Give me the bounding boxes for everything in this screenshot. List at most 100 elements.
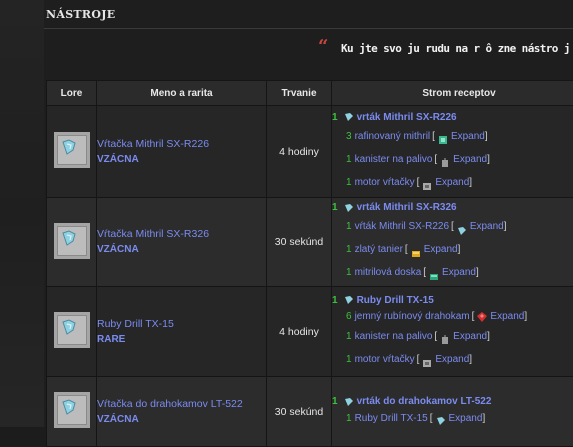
lore-cell: [47, 106, 97, 198]
drill-icon: [344, 397, 354, 407]
ingredient-link[interactable]: kanister na palivo: [355, 148, 433, 171]
drill-item-icon: [60, 229, 78, 247]
table-header-row: Lore Meno a rarita Trvanie Strom recepto…: [47, 81, 573, 106]
drill-icon: [457, 222, 467, 232]
quantity: 1: [346, 348, 352, 371]
ingredient-link[interactable]: rafinovaný mithril: [355, 125, 431, 148]
rarity-link[interactable]: RARE: [97, 332, 266, 347]
recipe-tree-cell: 1 vrták Mithril SX-R326 1 vŕták Mithril …: [332, 198, 573, 287]
item-name-link[interactable]: Vŕtačka Mithril SX-R326: [97, 227, 266, 242]
ingredient-line: 1 kanister na palivo [ Expand]: [332, 325, 573, 348]
recipe-tree-cell: 1 vrták Mithril SX-R226 3 rafinovaný mit…: [332, 106, 573, 198]
item-name-link[interactable]: Vŕtačka Mithril SX-R226: [97, 137, 266, 152]
expand-link[interactable]: Expand: [435, 171, 469, 194]
recipe-result: 1 vrták Mithril SX-R226: [332, 110, 573, 125]
rarity-link[interactable]: VZÁCNA: [97, 412, 266, 427]
recipe-item-link[interactable]: vrták Mithril SX-R326: [357, 200, 457, 215]
quantity: 1: [346, 215, 352, 238]
name-cell: Vŕtačka do drahokamov LT-522 VZÁCNA: [97, 377, 267, 447]
section-title: NÁSTROJE: [46, 8, 115, 21]
expand-link[interactable]: Expand: [451, 125, 485, 148]
lore-cell: [47, 287, 97, 377]
page-background: [0, 0, 44, 427]
rarity-link[interactable]: VZÁCNA: [97, 242, 266, 257]
lore-item-button[interactable]: [54, 223, 90, 259]
ingredient-line: 6 jemný rubínový drahokam [ Expand]: [332, 308, 573, 325]
ingredient-link[interactable]: zlatý tanier: [355, 238, 403, 261]
expand-link[interactable]: Expand: [470, 215, 504, 238]
recipe-result: 1 vrták do drahokamov LT-522: [332, 394, 573, 409]
ruby-icon: [477, 311, 487, 321]
drill-icon: [436, 414, 446, 424]
header-recipe-tree: Strom receptov: [332, 81, 573, 106]
mithril-plate-icon: [429, 268, 439, 278]
expand-link[interactable]: Expand: [490, 308, 524, 325]
expand-link[interactable]: Expand: [453, 325, 487, 348]
quantity: 1: [346, 409, 352, 429]
header-lore: Lore: [47, 81, 97, 106]
quote-icon: “: [318, 38, 328, 56]
expand-link[interactable]: Expand: [424, 238, 458, 261]
table-row: Vŕtačka Mithril SX-R326 VZÁCNA 30 sekúnd…: [47, 198, 573, 287]
quote-text: Ku jte svo ju rudu na r ô zne nástro j: [341, 42, 570, 55]
drill-icon: [344, 295, 354, 305]
drill-icon: [344, 112, 354, 122]
canister-icon: [440, 331, 450, 341]
ingredient-line: 1 motor vŕtačky [ Expand]: [332, 348, 573, 371]
name-cell: Ruby Drill TX-15 RARE: [97, 287, 267, 377]
ingredient-link[interactable]: Ruby Drill TX-15: [355, 409, 428, 429]
duration-cell: 4 hodiny: [267, 287, 332, 377]
lore-item-button[interactable]: [54, 132, 90, 168]
quantity: 6: [346, 308, 352, 325]
expand-link[interactable]: Expand: [435, 348, 469, 371]
table-row: Vŕtačka Mithril SX-R226 VZÁCNA 4 hodiny …: [47, 106, 573, 198]
quantity: 1: [346, 148, 352, 171]
recipe-result: 1 vrták Mithril SX-R326: [332, 200, 573, 215]
lore-cell: [47, 198, 97, 287]
quantity: 1: [332, 394, 338, 409]
drill-item-icon: [60, 398, 78, 416]
recipe-item-link[interactable]: vrták do drahokamov LT-522: [357, 394, 492, 409]
title-divider: [44, 28, 573, 29]
ingredient-line: 1 vŕták Mithril SX-R226 [ Expand]: [332, 215, 573, 238]
ingredient-line: 3 rafinovaný mithril [ Expand]: [332, 125, 573, 148]
ingredient-line: 1 mitrilová doska [ Expand]: [332, 261, 573, 284]
expand-link[interactable]: Expand: [453, 148, 487, 171]
ingredient-line: 1 motor vŕtačky [ Expand]: [332, 171, 573, 194]
header-duration: Trvanie: [267, 81, 332, 106]
recipe-item-link[interactable]: Ruby Drill TX-15: [357, 293, 434, 308]
quantity: 1: [332, 110, 338, 125]
recipe-table: Lore Meno a rarita Trvanie Strom recepto…: [46, 80, 573, 447]
quantity: 3: [346, 125, 352, 148]
table-row: Vŕtačka do drahokamov LT-522 VZÁCNA 30 s…: [47, 377, 573, 447]
ingredient-link[interactable]: motor vŕtačky: [355, 348, 415, 371]
ingredient-line: 1 Ruby Drill TX-15 [ Expand]: [332, 409, 573, 429]
drill-icon: [344, 203, 354, 213]
duration-cell: 4 hodiny: [267, 106, 332, 198]
recipe-tree-cell: 1 Ruby Drill TX-15 6 jemný rubínový drah…: [332, 287, 573, 377]
ingredient-link[interactable]: jemný rubínový drahokam: [355, 308, 470, 325]
rarity-link[interactable]: VZÁCNA: [97, 152, 266, 167]
quantity: 1: [346, 261, 352, 284]
ingredient-link[interactable]: motor vŕtačky: [355, 171, 415, 194]
quantity: 1: [332, 293, 338, 308]
lore-item-button[interactable]: [54, 312, 90, 348]
quantity: 1: [346, 171, 352, 194]
lore-item-button[interactable]: [54, 392, 90, 428]
drill-item-icon: [60, 318, 78, 336]
recipe-result: 1 Ruby Drill TX-15: [332, 293, 573, 308]
expand-link[interactable]: Expand: [442, 261, 476, 284]
ingredient-line: 1 zlatý tanier [ Expand]: [332, 238, 573, 261]
item-name-link[interactable]: Ruby Drill TX-15: [97, 317, 266, 332]
quantity: 1: [346, 325, 352, 348]
table-row: Ruby Drill TX-15 RARE 4 hodiny 1 Ruby Dr…: [47, 287, 573, 377]
expand-link[interactable]: Expand: [449, 409, 483, 429]
ingredient-link[interactable]: vŕták Mithril SX-R226: [355, 215, 449, 238]
recipe-item-link[interactable]: vrták Mithril SX-R226: [357, 110, 457, 125]
duration-cell: 30 sekúnd: [267, 198, 332, 287]
ingredient-line: 1 kanister na palivo [ Expand]: [332, 148, 573, 171]
ingredient-link[interactable]: mitrilová doska: [355, 261, 422, 284]
item-name-link[interactable]: Vŕtačka do drahokamov LT-522: [97, 397, 266, 412]
ingredient-link[interactable]: kanister na palivo: [355, 325, 433, 348]
name-cell: Vŕtačka Mithril SX-R326 VZÁCNA: [97, 198, 267, 287]
